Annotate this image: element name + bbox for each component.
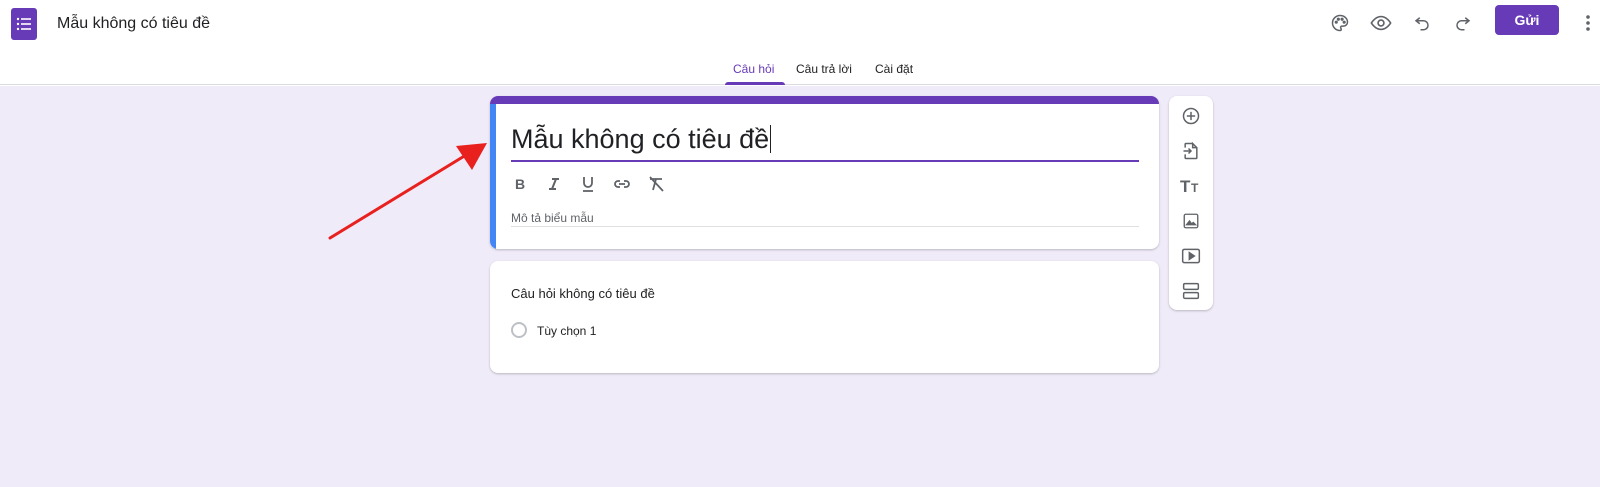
link-icon[interactable] <box>612 174 632 194</box>
italic-icon[interactable] <box>544 174 564 194</box>
add-section-icon[interactable] <box>1179 279 1203 303</box>
preview-eye-icon[interactable] <box>1366 8 1396 38</box>
underline-icon[interactable] <box>578 174 598 194</box>
tab-responses[interactable]: Câu trả lời <box>796 62 852 76</box>
question-title[interactable]: Câu hỏi không có tiêu đề <box>511 286 655 301</box>
description-placeholder: Mô tả biểu mẫu <box>511 211 594 225</box>
tab-bar: Câu hỏi Câu trả lời Cài đặt <box>0 58 1600 85</box>
text-cursor <box>770 125 772 153</box>
active-tab-indicator <box>725 82 785 85</box>
svg-text:T: T <box>1180 177 1191 195</box>
add-title-icon[interactable]: TT <box>1179 174 1203 198</box>
form-description-input[interactable]: Mô tả biểu mẫu <box>511 209 1139 227</box>
svg-text:T: T <box>1191 181 1199 195</box>
clear-format-icon[interactable] <box>646 174 666 194</box>
form-canvas: Mẫu không có tiêu đề B Mô tả biểu mẫu Câ… <box>0 86 1600 487</box>
form-title-input[interactable]: Mẫu không có tiêu đề <box>511 122 1139 162</box>
radio-button[interactable] <box>511 322 527 338</box>
app-header: Mẫu không có tiêu đề Gửi Câu hỏi Câu trả… <box>0 0 1600 85</box>
tab-questions[interactable]: Câu hỏi <box>733 62 774 76</box>
send-button[interactable]: Gửi <box>1495 5 1559 35</box>
formatting-toolbar: B <box>510 174 666 194</box>
tab-settings[interactable]: Cài đặt <box>875 62 913 76</box>
option-label[interactable]: Tùy chọn 1 <box>537 324 596 338</box>
add-question-icon[interactable] <box>1179 104 1203 128</box>
add-video-icon[interactable] <box>1179 244 1203 268</box>
forms-logo-icon[interactable] <box>11 8 37 40</box>
side-toolbar: TT <box>1169 96 1213 310</box>
add-image-icon[interactable] <box>1179 209 1203 233</box>
import-questions-icon[interactable] <box>1179 139 1203 163</box>
undo-icon[interactable] <box>1407 8 1437 38</box>
focus-indicator-bar <box>490 104 496 249</box>
more-options-icon[interactable] <box>1578 8 1598 38</box>
bold-icon[interactable]: B <box>510 174 530 194</box>
palette-icon[interactable] <box>1325 8 1355 38</box>
question-card[interactable]: Câu hỏi không có tiêu đề Tùy chọn 1 <box>490 261 1159 373</box>
form-title-text: Mẫu không có tiêu đề <box>511 124 770 154</box>
svg-text:B: B <box>515 177 525 191</box>
redo-icon[interactable] <box>1448 8 1478 38</box>
document-title[interactable]: Mẫu không có tiêu đề <box>57 15 210 33</box>
title-card-accent-bar <box>490 96 1159 104</box>
form-title-card[interactable]: Mẫu không có tiêu đề B Mô tả biểu mẫu <box>490 96 1159 249</box>
